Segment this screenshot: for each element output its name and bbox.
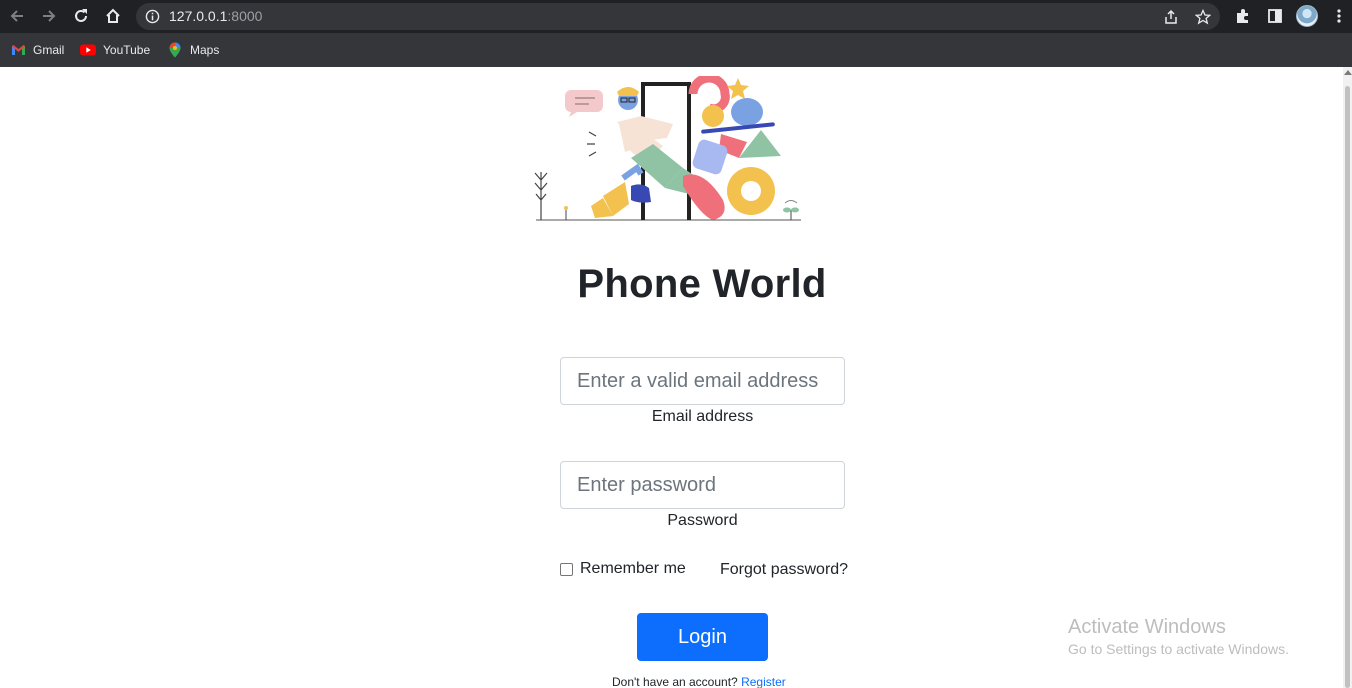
person-figure <box>591 87 701 218</box>
side-panel-button[interactable] <box>1263 4 1287 28</box>
abstract-shapes <box>683 76 781 220</box>
bookmark-youtube[interactable]: YouTube <box>80 41 150 59</box>
back-button[interactable] <box>4 4 30 28</box>
puzzle-icon <box>1237 9 1248 23</box>
reload-icon <box>75 9 87 22</box>
url-text[interactable]: 127.0.0.1:8000 <box>169 8 262 24</box>
remember-me-label: Remember me <box>580 560 686 577</box>
bookmark-star-button[interactable] <box>1193 7 1213 27</box>
register-prompt: Don't have an account? <box>612 675 738 688</box>
email-field[interactable] <box>560 357 845 405</box>
star-icon <box>1195 9 1211 25</box>
bookmark-label: Maps <box>190 43 220 57</box>
url-host: 127.0.0.1 <box>169 8 228 24</box>
share-icon <box>1165 9 1177 24</box>
register-prompt-line: Don't have an account? Register <box>612 675 786 688</box>
bookmark-label: YouTube <box>103 43 151 57</box>
forward-arrow-icon <box>43 10 56 22</box>
maps-icon <box>167 42 183 58</box>
forward-button[interactable] <box>36 4 62 28</box>
youtube-icon <box>80 42 96 58</box>
speech-bubble-icon <box>565 90 603 117</box>
home-button[interactable] <box>100 4 126 28</box>
scrollbar-thumb[interactable] <box>1345 86 1350 688</box>
home-icon <box>106 8 120 23</box>
login-illustration <box>534 76 801 221</box>
url-port: :8000 <box>227 8 263 24</box>
reload-button[interactable] <box>68 4 94 28</box>
side-panel-icon <box>1268 9 1282 23</box>
kebab-menu-icon <box>1337 9 1341 23</box>
extensions-button[interactable] <box>1231 4 1255 28</box>
login-button[interactable]: Login <box>637 613 768 661</box>
remember-me-option[interactable]: Remember me <box>560 560 686 578</box>
profile-avatar[interactable] <box>1296 5 1318 27</box>
sprout-icon <box>783 200 799 220</box>
remember-me-checkbox[interactable] <box>560 562 573 576</box>
gmail-icon <box>10 42 26 58</box>
email-label: Email address <box>651 408 754 425</box>
bookmark-gmail[interactable]: Gmail <box>10 41 64 59</box>
password-label: Password <box>667 512 738 529</box>
bookmark-maps[interactable]: Maps <box>167 41 219 59</box>
bookmarks-bar: Gmail YouTube Maps <box>0 33 1352 67</box>
plant-left-icon <box>534 172 548 220</box>
page-title: Phone World <box>577 262 827 306</box>
activate-windows-title: Activate Windows <box>1068 616 1226 638</box>
forgot-password-link[interactable]: Forgot password? <box>720 561 848 579</box>
password-field[interactable] <box>560 461 845 509</box>
share-button[interactable] <box>1161 7 1181 27</box>
back-arrow-icon <box>10 10 23 22</box>
activate-windows-subtitle: Go to Settings to activate Windows. <box>1068 641 1289 657</box>
menu-button[interactable] <box>1327 4 1351 28</box>
scroll-up-arrow-icon[interactable] <box>1344 70 1352 75</box>
address-bar[interactable]: 127.0.0.1:8000 <box>136 3 1220 30</box>
browser-toolbar: 127.0.0.1:8000 <box>0 0 1352 33</box>
register-link[interactable]: Register <box>741 675 786 688</box>
bookmark-label: Gmail <box>33 43 65 57</box>
info-icon[interactable] <box>145 9 160 24</box>
